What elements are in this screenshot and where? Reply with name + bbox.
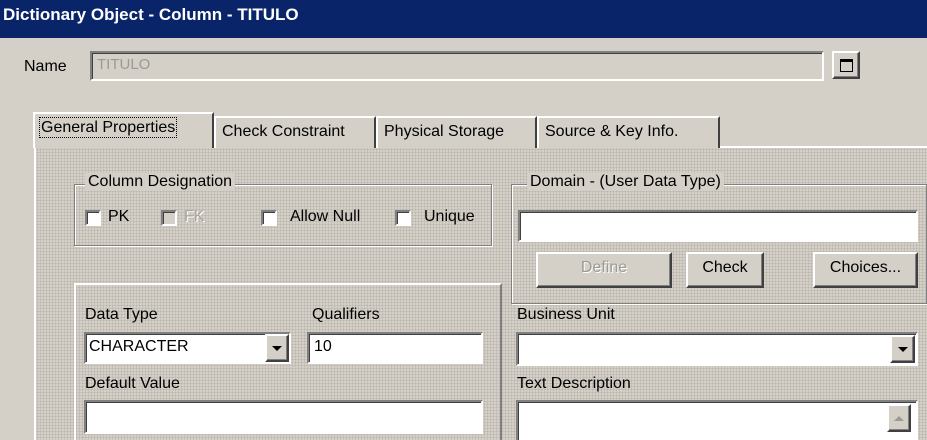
- scroll-up-arrow-icon: [894, 415, 904, 421]
- name-value: TITULO: [97, 56, 151, 73]
- text-description-label: Text Description: [517, 375, 631, 392]
- tab-label: Check Constraint: [222, 123, 345, 140]
- data-type-select[interactable]: CHARACTER: [84, 332, 291, 364]
- qualifiers-input[interactable]: 10: [307, 332, 483, 364]
- tab-check-constraint[interactable]: Check Constraint: [214, 116, 376, 148]
- unique-label: Unique: [424, 208, 475, 225]
- data-type-dropdown-button[interactable]: [265, 334, 289, 362]
- business-unit-dropdown-button[interactable]: [890, 335, 915, 363]
- allow-null-label: Allow Null: [290, 208, 361, 225]
- allow-null-checkbox[interactable]: [261, 210, 277, 226]
- name-label: Name: [24, 58, 67, 75]
- business-unit-select[interactable]: [516, 332, 918, 366]
- domain-label: Domain - (User Data Type): [527, 173, 724, 191]
- window-icon: [839, 58, 853, 72]
- data-type-label: Data Type: [85, 306, 158, 323]
- pk-checkbox[interactable]: [85, 210, 101, 226]
- tab-source-key-info[interactable]: Source & Key Info.: [537, 116, 720, 148]
- tab-label: Source & Key Info.: [545, 123, 679, 140]
- default-value-input[interactable]: [84, 400, 483, 434]
- define-button-label: Define: [580, 259, 628, 276]
- tab-label: Physical Storage: [384, 123, 505, 140]
- choices-button-label: Choices...: [829, 259, 902, 276]
- fk-checkbox: [161, 210, 177, 226]
- data-type-value: CHARACTER: [89, 338, 189, 355]
- name-browse-button[interactable]: [832, 51, 860, 79]
- column-designation-label: Column Designation: [85, 173, 236, 191]
- chevron-down-icon: [272, 345, 282, 351]
- chevron-down-icon: [897, 346, 908, 352]
- window-title: Dictionary Object - Column - TITULO: [3, 5, 299, 24]
- unique-checkbox[interactable]: [395, 210, 411, 226]
- check-button[interactable]: Check: [686, 252, 764, 288]
- qualifiers-label: Qualifiers: [312, 306, 380, 323]
- check-button-label: Check: [702, 259, 748, 276]
- text-description-textarea[interactable]: [516, 400, 918, 440]
- qualifiers-value: 10: [314, 338, 332, 355]
- text-description-scroll-up-button: [887, 404, 911, 432]
- domain-input[interactable]: [518, 210, 918, 242]
- fk-label: FK: [184, 208, 205, 225]
- name-field: TITULO: [90, 51, 824, 81]
- tab-general-properties[interactable]: General Properties: [33, 112, 214, 148]
- default-value-label: Default Value: [85, 375, 180, 392]
- business-unit-label: Business Unit: [517, 306, 615, 323]
- define-button: Define: [536, 252, 672, 288]
- pk-label: PK: [108, 208, 130, 225]
- window-title-bar[interactable]: Dictionary Object - Column - TITULO: [0, 0, 927, 38]
- choices-button[interactable]: Choices...: [813, 252, 918, 288]
- tab-label: General Properties: [38, 117, 178, 138]
- tab-physical-storage[interactable]: Physical Storage: [376, 116, 537, 148]
